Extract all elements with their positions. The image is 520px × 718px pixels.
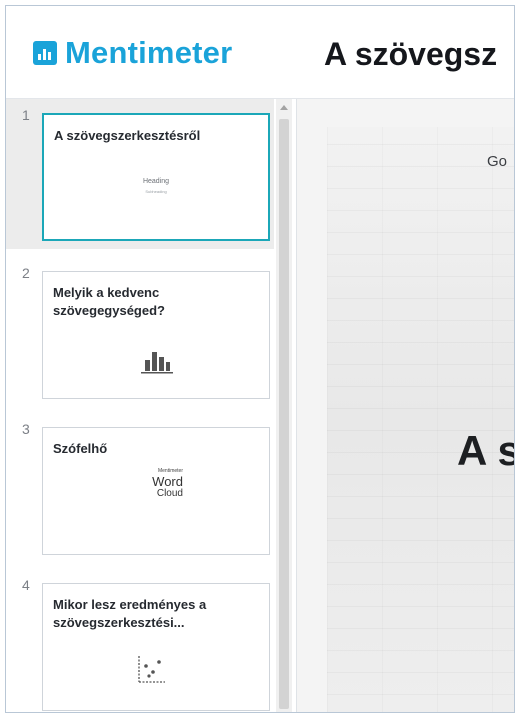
scroll-up-arrow-icon[interactable]	[280, 105, 288, 110]
preview-heading: Heading	[142, 178, 170, 185]
slide-number: 4	[22, 577, 30, 593]
slide-thumbnail[interactable]: Szófelhő Mentimeter Word Cloud	[42, 427, 270, 555]
slide-item-1[interactable]: 1 A szövegszerkesztésről Heading Subhead…	[6, 99, 274, 249]
slide-thumbnail[interactable]: A szövegszerkesztésről Heading Subheadin…	[42, 113, 270, 241]
scatter-plot-icon	[138, 656, 165, 683]
preview-subheading: Subheading	[145, 189, 167, 194]
slide-number: 3	[22, 421, 30, 437]
slide-heading: A s	[457, 427, 515, 474]
slide-thumbnail[interactable]: Mikor lesz eredményes a szövegszerkeszté…	[42, 583, 270, 711]
bar-chart-icon	[141, 352, 173, 374]
slide-list: 1 A szövegszerkesztésről Heading Subhead…	[6, 99, 297, 712]
slide-top-text: Go	[487, 153, 508, 170]
slide-title: A szövegszerkesztésről	[54, 128, 201, 143]
presentation-title[interactable]: A szövegsz	[324, 36, 497, 73]
word-cloud-word: Word	[152, 474, 183, 489]
scrollbar-thumb[interactable]	[279, 119, 289, 709]
slide-thumbnail[interactable]: Melyik a kedvenc szövegegységed?	[42, 271, 270, 399]
slide-title: Szófelhő	[53, 441, 108, 456]
slide-canvas[interactable]: Go A s	[327, 127, 515, 712]
app-window: Mentimeter A szövegsz 1 A szövegszerkesz…	[5, 5, 515, 713]
slide-number: 1	[22, 107, 30, 123]
slide-item-2[interactable]: 2 Melyik a kedvenc szövegegységed?	[6, 257, 274, 407]
brand-name: Mentimeter	[65, 35, 233, 70]
word-cloud-icon: Mentimeter Word Cloud	[131, 468, 183, 518]
slide-number: 2	[22, 265, 30, 281]
top-bar: Mentimeter A szövegsz	[6, 6, 514, 99]
slide-preview-area: Go A s	[297, 99, 515, 712]
brand-logo[interactable]: Mentimeter	[33, 32, 232, 74]
bar-chart-logo-icon	[33, 41, 57, 65]
slide-item-3[interactable]: 3 Szófelhő Mentimeter Word Cloud	[6, 413, 274, 563]
slide-title: Melyik a kedvenc szövegegységed?	[53, 285, 165, 318]
slide-title: Mikor lesz eredményes a szövegszerkeszté…	[53, 597, 207, 630]
word-cloud-word: Cloud	[156, 488, 183, 499]
slide-item-4[interactable]: 4 Mikor lesz eredményes a szövegszerkesz…	[6, 569, 274, 712]
sidebar-scrollbar[interactable]	[276, 99, 292, 712]
